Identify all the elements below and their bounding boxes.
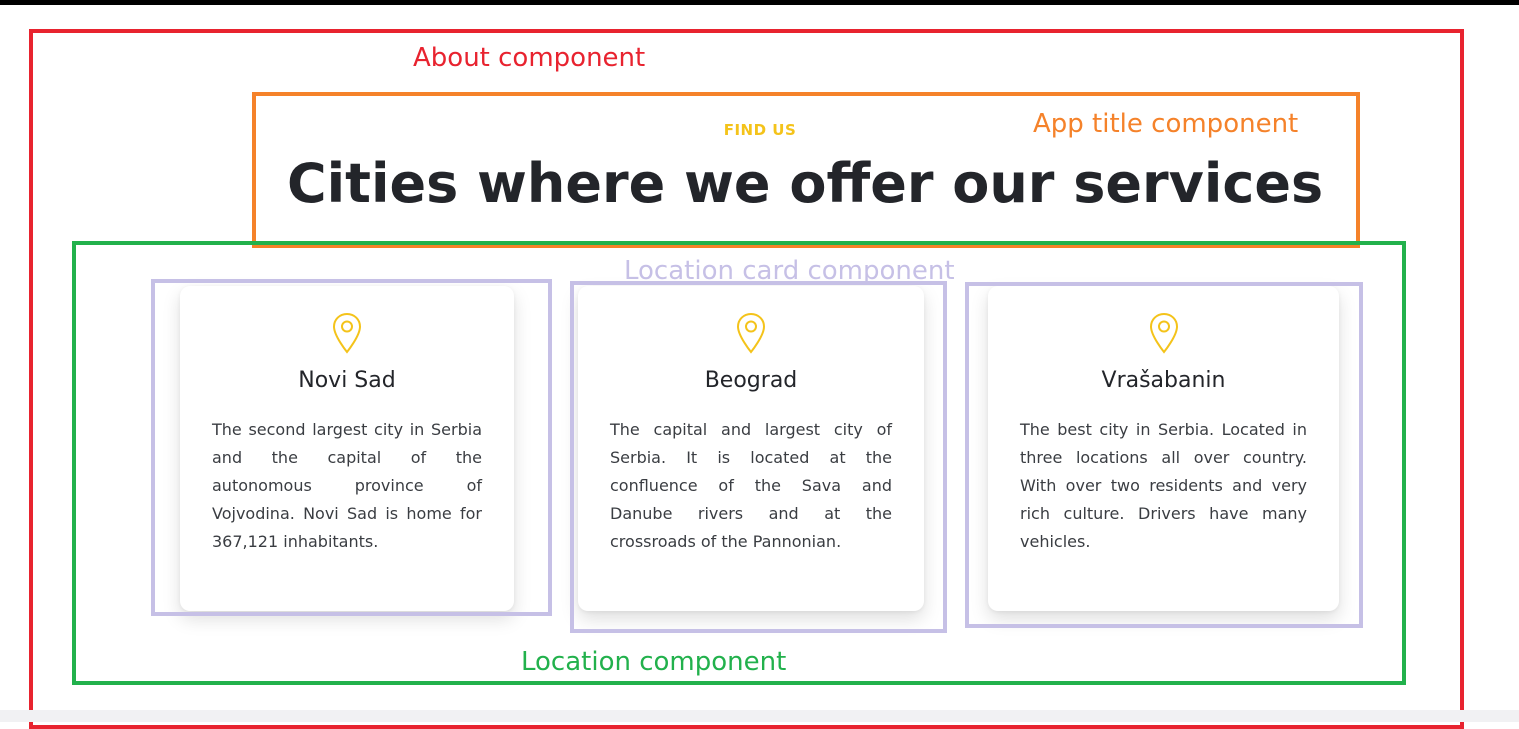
page-title: Cities where we offer our services — [287, 152, 1324, 215]
eyebrow-text: FIND US — [723, 121, 797, 139]
location-card-outline — [151, 279, 552, 616]
location-card-outline — [570, 281, 947, 633]
location-card-outline — [965, 282, 1363, 628]
about-component-label: About component — [413, 43, 646, 73]
page-bottom-strip — [0, 710, 1519, 722]
app-title-component-label: App title component — [1033, 109, 1299, 139]
location-card-component-label: Location card component — [624, 256, 955, 286]
location-component-label: Location component — [521, 647, 787, 677]
top-bar — [0, 0, 1519, 5]
